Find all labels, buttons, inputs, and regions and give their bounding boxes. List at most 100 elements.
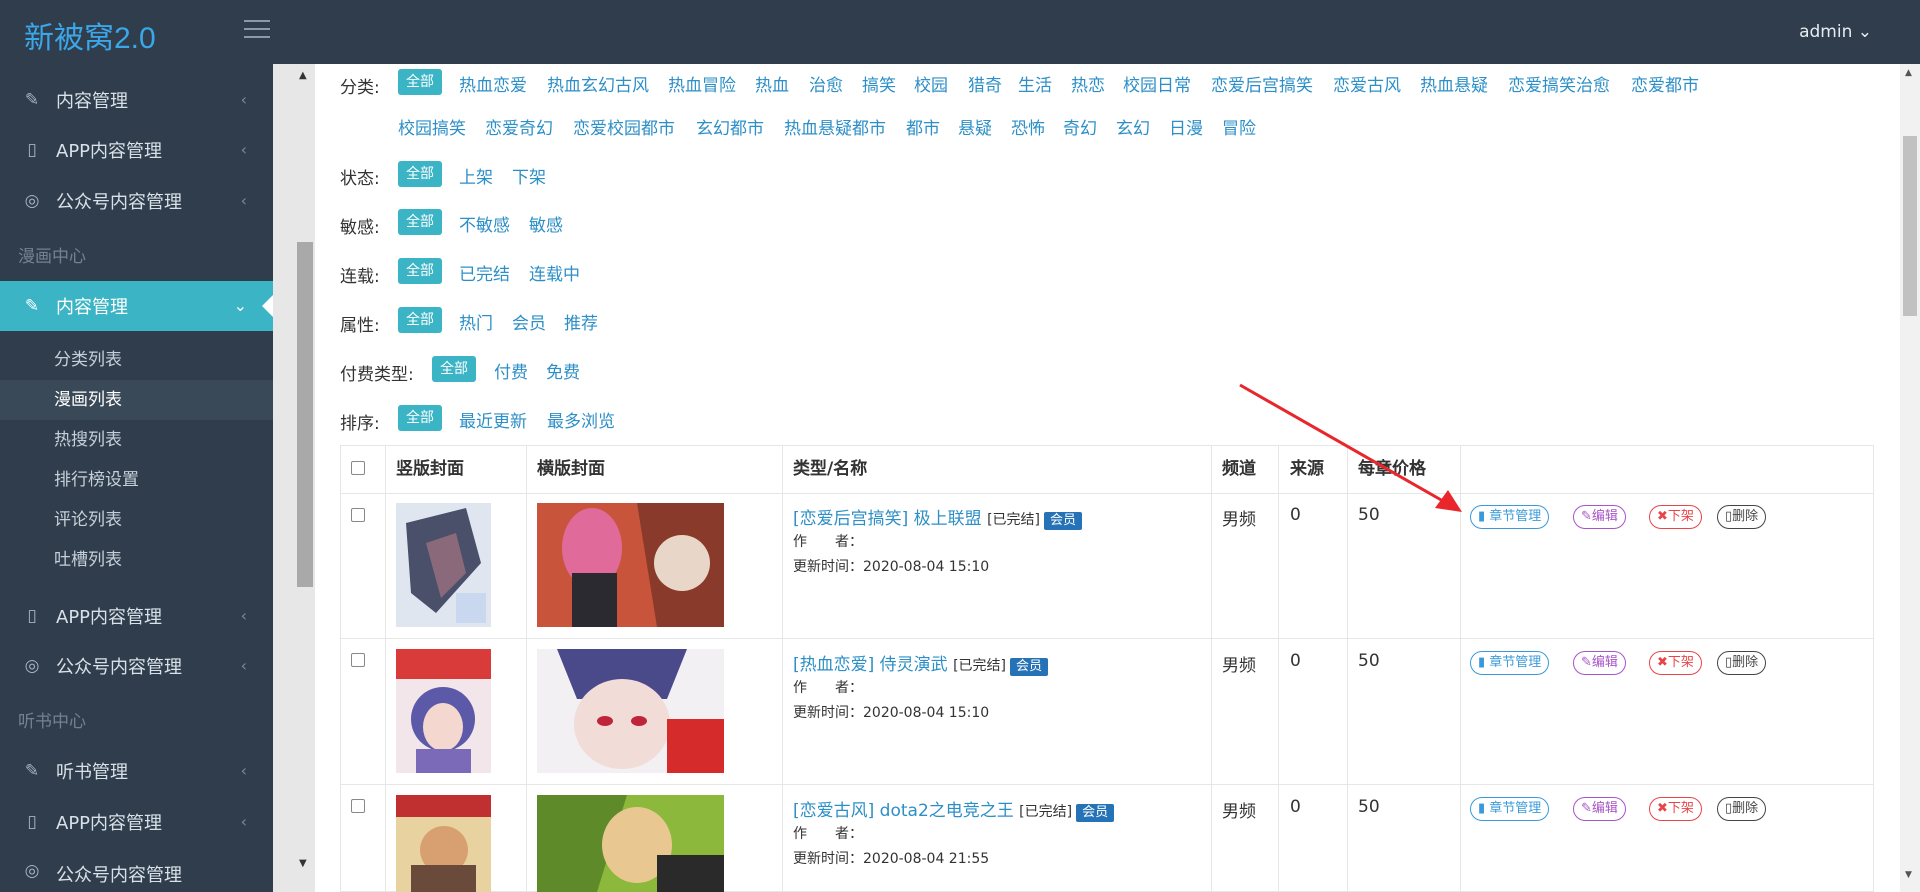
filter-category-option[interactable]: 搞笑 [862,71,896,96]
filter-category-option[interactable]: 玄幻都市 [696,114,764,139]
filter-category-all[interactable]: 全部 [398,69,442,95]
filter-not-sensitive[interactable]: 不敏感 [459,211,510,236]
filter-category-option[interactable]: 治愈 [809,71,843,96]
horizontal-cover-image[interactable] [537,795,724,892]
filter-member[interactable]: 会员 [512,309,546,334]
filter-category-option[interactable]: 冒险 [1222,114,1256,139]
filter-category-option[interactable]: 恋爱古风 [1333,71,1401,96]
sidebar-item-app-content[interactable]: ▯ APP内容管理 ‹ [0,125,273,175]
filter-category-option[interactable]: 热血悬疑 [1420,71,1488,96]
sidebar-sub-category-list[interactable]: 分类列表 [0,340,273,380]
filter-category-option[interactable]: 恋爱都市 [1631,71,1699,96]
comic-title[interactable]: [恋爱后宫搞笑] 极上联盟 [已完结] 会员 [793,504,1083,530]
sidebar-item-comic-content[interactable]: ✎ 内容管理 ⌄ [0,281,273,331]
take-down-button[interactable]: ✖下架 [1649,797,1702,821]
filter-sensitive-all[interactable]: 全部 [398,209,442,235]
filter-most-viewed[interactable]: 最多浏览 [547,407,615,432]
filter-category-option[interactable]: 恋爱奇幻 [485,114,553,139]
filter-hot[interactable]: 热门 [459,309,493,334]
filter-category-option[interactable]: 恋爱后宫搞笑 [1211,71,1313,96]
filter-category-option[interactable]: 日漫 [1169,114,1203,139]
sidebar-sub-ranking[interactable]: 排行榜设置 [0,460,273,500]
filter-status-off[interactable]: 下架 [512,163,546,188]
filter-category-option[interactable]: 都市 [906,114,940,139]
sidebar-item-audio-app[interactable]: ▯ APP内容管理 ‹ [0,797,273,847]
sidebar-sub-hot-search[interactable]: 热搜列表 [0,420,273,460]
menu-toggle-icon[interactable] [244,20,270,40]
filter-category-option[interactable]: 恐怖 [1011,114,1045,139]
filter-sort-all[interactable]: 全部 [398,405,442,431]
sidebar-item-audio[interactable]: ✎ 听书管理 ‹ [0,746,273,796]
filter-status-on[interactable]: 上架 [459,163,493,188]
delete-button[interactable]: ▯删除 [1717,797,1767,821]
filter-recommend[interactable]: 推荐 [564,309,598,334]
filter-free[interactable]: 免费 [546,358,580,383]
filter-category-option[interactable]: 猎奇 [968,71,1002,96]
sidebar-item-comic-wechat[interactable]: ◎ 公众号内容管理 ‹ [0,641,273,691]
take-down-button[interactable]: ✖下架 [1649,505,1702,529]
filter-category-option[interactable]: 热恋 [1071,71,1105,96]
scroll-down-icon[interactable]: ▼ [1905,870,1912,880]
filter-category-option[interactable]: 热血悬疑都市 [784,114,886,139]
vertical-cover-image[interactable] [396,649,491,773]
chapter-manage-button[interactable]: ▮ 章节管理 [1470,797,1550,821]
horizontal-cover-image[interactable] [537,503,724,627]
sidebar-item-content[interactable]: ✎ 内容管理 ‹ [0,75,273,125]
select-all-checkbox[interactable] [351,461,365,475]
chapter-manage-button[interactable]: ▮ 章节管理 [1470,651,1550,675]
sidebar-sub-comic-list[interactable]: 漫画列表 [0,380,273,420]
take-down-button[interactable]: ✖下架 [1649,651,1702,675]
filter-ongoing[interactable]: 连载中 [529,260,580,285]
user-menu[interactable]: admin ⌄ [1799,22,1872,42]
comic-title[interactable]: [热血恋爱] 侍灵演武 [已完结] 会员 [793,650,1049,676]
sidebar-scrollbar-thumb[interactable] [297,242,313,587]
sidebar-item-comic-app[interactable]: ▯ APP内容管理 ‹ [0,591,273,641]
page-scrollbar-thumb[interactable] [1903,136,1917,316]
delete-button[interactable]: ▯删除 [1717,651,1767,675]
scroll-down-icon[interactable]: ▼ [299,858,307,869]
filter-category-option[interactable]: 奇幻 [1063,114,1097,139]
filter-status-all[interactable]: 全部 [398,161,442,187]
filter-category-option[interactable]: 热血恋爱 [459,71,527,96]
filter-sensitive[interactable]: 敏感 [529,211,563,236]
filter-category-option[interactable]: 悬疑 [958,114,992,139]
sidebar-item-wechat-content[interactable]: ◎ 公众号内容管理 ‹ [0,176,273,226]
filter-category-option[interactable]: 生活 [1018,71,1052,96]
comic-title-link[interactable]: [热血恋爱] 侍灵演武 [793,655,948,675]
edit-button[interactable]: ✎编辑 [1573,505,1626,529]
filter-serial-all[interactable]: 全部 [398,258,442,284]
horizontal-cover-image[interactable] [537,649,724,773]
filter-category-option[interactable]: 校园日常 [1123,71,1191,96]
filter-category-option[interactable]: 恋爱搞笑治愈 [1508,71,1610,96]
brand-logo[interactable]: 新被窝2.0 [24,13,156,57]
comic-title[interactable]: [恋爱古风] dota2之电竞之王 [已完结] 会员 [793,796,1115,822]
sidebar-sub-rants[interactable]: 吐槽列表 [0,540,273,580]
filter-recent-update[interactable]: 最近更新 [459,407,527,432]
filter-category-option[interactable]: 热血 [755,71,789,96]
comic-title-link[interactable]: [恋爱古风] dota2之电竞之王 [793,801,1014,821]
row-checkbox[interactable] [351,799,365,813]
filter-category-option[interactable]: 热血玄幻古风 [547,71,649,96]
filter-attr-all[interactable]: 全部 [398,307,442,333]
row-checkbox[interactable] [351,508,365,522]
sidebar-item-audio-wechat[interactable]: ◎ 公众号内容管理 [0,847,273,887]
edit-button[interactable]: ✎编辑 [1573,797,1626,821]
filter-category-option[interactable]: 校园 [914,71,948,96]
chapter-manage-button[interactable]: ▮ 章节管理 [1470,505,1550,529]
filter-category-option[interactable]: 恋爱校园都市 [573,114,675,139]
filter-category-option[interactable]: 校园搞笑 [398,114,466,139]
vertical-cover-image[interactable] [396,795,491,892]
filter-pay-all[interactable]: 全部 [432,356,476,382]
vertical-cover-image[interactable] [396,503,491,627]
filter-paid[interactable]: 付费 [494,358,528,383]
comic-title-link[interactable]: [恋爱后宫搞笑] 极上联盟 [793,509,982,529]
scroll-up-icon[interactable]: ▲ [1905,68,1912,78]
filter-completed[interactable]: 已完结 [459,260,510,285]
row-checkbox[interactable] [351,653,365,667]
delete-button[interactable]: ▯删除 [1717,505,1767,529]
filter-category-option[interactable]: 热血冒险 [668,71,736,96]
edit-button[interactable]: ✎编辑 [1573,651,1626,675]
sidebar-sub-comments[interactable]: 评论列表 [0,500,273,540]
scroll-up-icon[interactable]: ▲ [299,70,307,81]
filter-category-option[interactable]: 玄幻 [1116,114,1150,139]
